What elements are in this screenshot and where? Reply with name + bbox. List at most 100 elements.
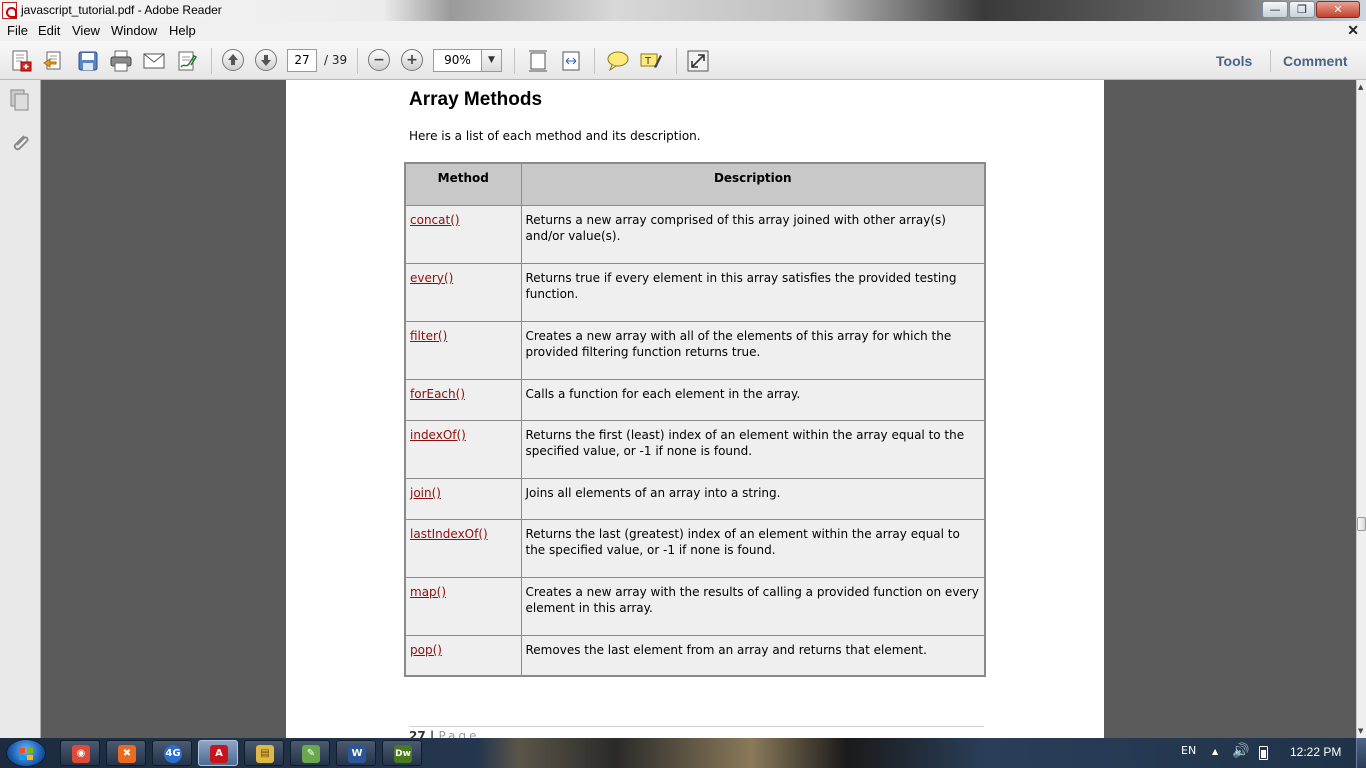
footer-separator: |	[429, 729, 435, 738]
volume-icon[interactable]: 🔊	[1232, 743, 1249, 759]
description-cell: Calls a function for each element in the…	[520, 378, 986, 421]
taskbar-app-word[interactable]: W	[336, 740, 376, 766]
method-cell: indexOf()	[404, 419, 522, 479]
pdf-page: Array Methods Here is a list of each met…	[286, 80, 1104, 738]
full-screen-icon[interactable]	[686, 49, 710, 73]
tools-pane-link[interactable]: Tools	[1216, 53, 1252, 69]
footer-page-label: Page	[438, 729, 480, 738]
start-button[interactable]	[6, 739, 46, 767]
sign-document-icon[interactable]	[175, 49, 199, 73]
menu-window[interactable]: Window	[111, 23, 157, 38]
word-icon: W	[348, 745, 366, 763]
comment-pane-link[interactable]: Comment	[1283, 53, 1348, 69]
scrollbar-thumb[interactable]	[1357, 517, 1366, 531]
method-link-filter[interactable]: filter()	[410, 329, 447, 343]
intro-paragraph: Here is a list of each method and its de…	[409, 129, 701, 143]
toolbar-separator	[676, 48, 677, 74]
description-cell: Removes the last element from an array a…	[520, 634, 986, 677]
previous-page-button[interactable]	[222, 49, 244, 71]
show-desktop-button[interactable]	[1356, 738, 1366, 768]
footer-page-number: 27	[409, 729, 426, 738]
page-number-input[interactable]: 27	[287, 49, 317, 72]
taskbar-app-adobe-reader[interactable]: A	[198, 740, 238, 766]
menu-file[interactable]: File	[7, 23, 28, 38]
close-document-button[interactable]: ✕	[1347, 22, 1359, 39]
table-row: forEach() Calls a function for each elem…	[404, 378, 986, 421]
scroll-down-icon[interactable]: ▼	[1358, 727, 1363, 735]
table-row: lastIndexOf() Returns the last (greatest…	[404, 518, 986, 578]
method-cell: filter()	[404, 320, 522, 380]
print-icon[interactable]	[109, 49, 133, 73]
taskbar-app-notepad[interactable]: ✎	[290, 740, 330, 766]
toolbar-separator	[594, 48, 595, 74]
toolbar-separator	[357, 48, 358, 74]
menu-bar: File Edit View Window Help ✕	[0, 21, 1366, 41]
method-link-pop[interactable]: pop()	[410, 643, 442, 657]
show-hidden-icons-button[interactable]: ▲	[1212, 747, 1218, 756]
adobe-reader-icon: A	[210, 745, 228, 763]
method-cell: forEach()	[404, 378, 522, 421]
zoom-dropdown-button[interactable]: ▼	[482, 49, 502, 72]
description-cell: Returns the last (greatest) index of an …	[520, 518, 986, 578]
method-link-every[interactable]: every()	[410, 271, 453, 285]
taskbar-app-xampp[interactable]: ✖	[106, 740, 146, 766]
fit-width-icon[interactable]	[559, 49, 583, 73]
arrow-down-icon	[261, 55, 271, 66]
fit-page-icon[interactable]	[526, 49, 550, 73]
taskbar-app-chrome[interactable]: ◉	[60, 740, 100, 766]
window-controls: — ❐ ✕	[1262, 1, 1360, 18]
taskbar-app-file-explorer[interactable]: ▤	[244, 740, 284, 766]
arrow-up-icon	[228, 54, 238, 65]
maximize-button[interactable]: ❐	[1289, 1, 1315, 18]
toolbar-separator	[211, 48, 212, 74]
scroll-up-icon[interactable]: ▲	[1358, 83, 1363, 91]
close-button[interactable]: ✕	[1316, 1, 1360, 18]
minimize-button[interactable]: —	[1262, 1, 1288, 18]
menu-view[interactable]: View	[72, 23, 100, 38]
next-page-button[interactable]	[255, 49, 277, 71]
description-cell: Creates a new array with the results of …	[520, 576, 986, 636]
email-icon[interactable]	[142, 49, 166, 73]
battery-icon[interactable]	[1259, 746, 1268, 760]
toolbar-separator	[1270, 50, 1271, 72]
page-thumbnails-icon[interactable]	[10, 89, 30, 111]
adobe-reader-icon	[2, 2, 17, 19]
method-link-concat[interactable]: concat()	[410, 213, 460, 227]
description-cell: Returns a new array comprised of this ar…	[520, 204, 986, 264]
description-cell: Returns the first (least) index of an el…	[520, 419, 986, 479]
save-icon[interactable]	[76, 49, 100, 73]
chrome-icon: ◉	[72, 745, 90, 763]
zoom-out-button[interactable]: −	[368, 49, 390, 71]
language-indicator[interactable]: EN	[1181, 744, 1196, 757]
method-link-map[interactable]: map()	[410, 585, 446, 599]
highlight-text-icon[interactable]: T	[639, 49, 663, 73]
table-row: pop() Removes the last element from an a…	[404, 634, 986, 677]
taskbar-app-4g-modem[interactable]: 4G	[152, 740, 192, 766]
dreamweaver-icon: Dw	[394, 745, 412, 763]
method-link-indexof[interactable]: indexOf()	[410, 428, 466, 442]
method-cell: lastIndexOf()	[404, 518, 522, 578]
description-cell: Joins all elements of an array into a st…	[520, 477, 986, 520]
system-clock[interactable]: 12:22 PM	[1290, 745, 1341, 759]
open-file-icon[interactable]	[42, 49, 66, 73]
method-link-foreach[interactable]: forEach()	[410, 387, 465, 401]
table-row: indexOf() Returns the first (least) inde…	[404, 419, 986, 479]
xampp-icon: ✖	[118, 745, 136, 763]
menu-edit[interactable]: Edit	[38, 23, 60, 38]
taskbar-app-dreamweaver[interactable]: Dw	[382, 740, 422, 766]
toolbar-separator	[514, 48, 515, 74]
array-methods-table: Method Description concat() Returns a ne…	[404, 162, 986, 677]
attachments-icon[interactable]	[10, 132, 30, 154]
sticky-note-icon[interactable]	[606, 49, 630, 73]
create-pdf-icon[interactable]	[9, 49, 33, 73]
method-link-lastindexof[interactable]: lastIndexOf()	[410, 527, 488, 541]
menu-help[interactable]: Help	[169, 23, 196, 38]
zoom-in-button[interactable]: +	[401, 49, 423, 71]
section-heading: Array Methods	[409, 89, 543, 110]
table-row: every() Returns true if every element in…	[404, 262, 986, 322]
navigation-panel	[0, 80, 41, 738]
vertical-scrollbar[interactable]: ▲ ▼	[1356, 80, 1366, 738]
document-view[interactable]: Array Methods Here is a list of each met…	[41, 80, 1356, 738]
zoom-level-input[interactable]: 90%	[433, 49, 482, 72]
method-link-join[interactable]: join()	[410, 486, 441, 500]
